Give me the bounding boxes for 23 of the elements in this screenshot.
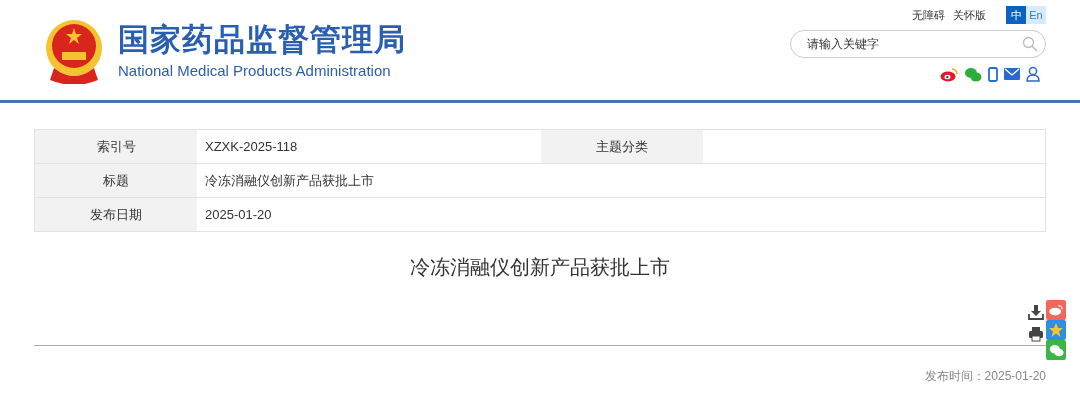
language-tab[interactable]: En xyxy=(1026,6,1046,24)
field-label: 发布日期 xyxy=(35,198,197,231)
field-label: 索引号 xyxy=(35,130,197,163)
article-title: 冷冻消融仪创新产品获批上市 xyxy=(409,255,671,280)
print-icon[interactable] xyxy=(1028,326,1044,342)
language-tab[interactable]: 中 xyxy=(1006,6,1026,24)
publish-time: 发布时间：2025-01-20 xyxy=(923,368,1047,385)
field-value: 2025-01-20 xyxy=(204,206,273,224)
header-link[interactable]: 无障碍 xyxy=(912,7,945,23)
field-value: XZXK-2025-118 xyxy=(204,138,299,156)
search-field[interactable]: 请输入关键字 xyxy=(790,30,1046,58)
field-label: 标题 xyxy=(35,164,197,197)
emblem-logo xyxy=(44,18,104,84)
download-icon[interactable] xyxy=(1028,304,1044,320)
field-value: 冷冻消融仪创新产品获批上市 xyxy=(204,171,375,190)
mobile-icon[interactable] xyxy=(988,66,998,82)
field-label: 主题分类 xyxy=(541,130,703,163)
site-subtitle: National Medical Products Administration xyxy=(118,62,392,80)
header-link[interactable]: 关怀版 xyxy=(953,7,986,23)
user-icon[interactable] xyxy=(1026,66,1040,82)
mail-icon[interactable] xyxy=(1004,68,1020,80)
site-title: 国家药品监督管理局 xyxy=(118,22,406,58)
star-share-icon[interactable] xyxy=(1046,320,1066,340)
